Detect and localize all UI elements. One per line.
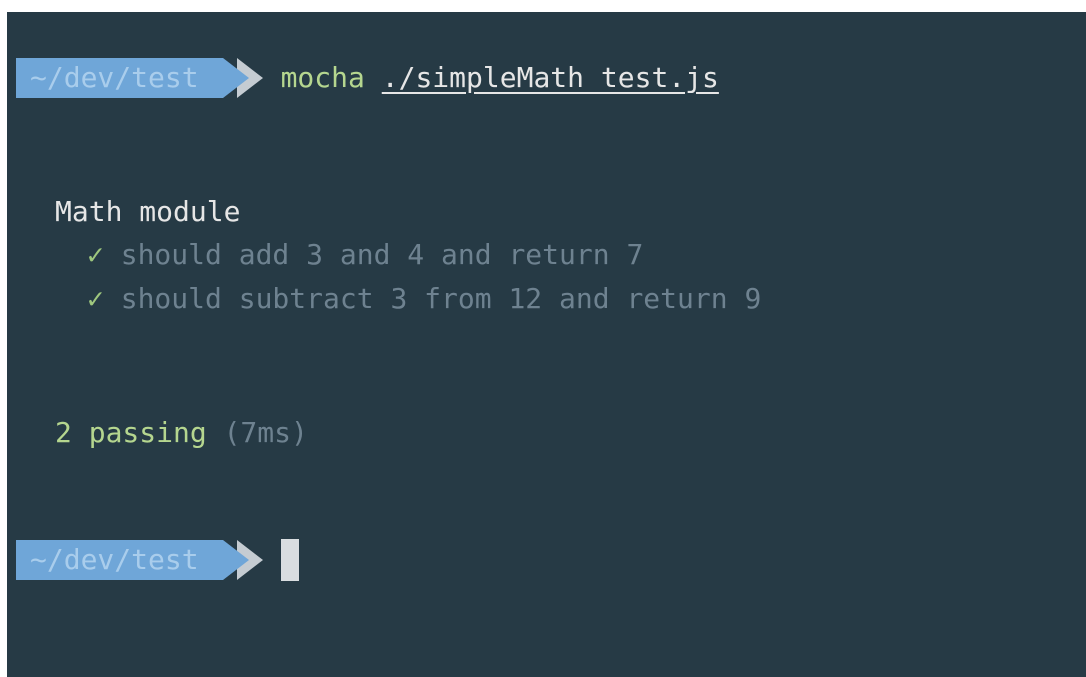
command-name: mocha — [280, 61, 365, 94]
command-text: mocha ./simpleMath_test.js — [281, 58, 719, 98]
test-result-row: ✓ should subtract 3 from 12 and return 9 — [87, 279, 761, 319]
terminal-window: ~/dev/test mocha ./simpleMath_test.js Ma… — [7, 12, 1086, 677]
passing-count: 2 passing — [55, 416, 207, 449]
test-result-row: ✓ should add 3 and 4 and return 7 — [87, 235, 643, 275]
check-icon: ✓ — [87, 238, 104, 271]
terminal-cursor[interactable] — [280, 539, 299, 581]
prompt-path: ~/dev/test — [16, 540, 223, 580]
prompt-line-1: ~/dev/test mocha ./simpleMath_test.js — [16, 58, 719, 98]
summary-line: 2 passing (7ms) — [55, 413, 308, 453]
test-title: should add 3 and 4 and return 7 — [120, 238, 644, 271]
prompt-line-2: ~/dev/test — [16, 539, 299, 581]
check-icon: ✓ — [87, 282, 104, 315]
prompt-path: ~/dev/test — [16, 58, 223, 98]
prompt-chevron-icon — [222, 58, 263, 98]
prompt-chevron-icon — [222, 540, 263, 580]
test-title: should subtract 3 from 12 and return 9 — [120, 282, 762, 315]
suite-title: Math module — [55, 195, 241, 228]
command-argument: ./simpleMath_test.js — [381, 61, 719, 94]
passing-duration: (7ms) — [223, 416, 308, 449]
